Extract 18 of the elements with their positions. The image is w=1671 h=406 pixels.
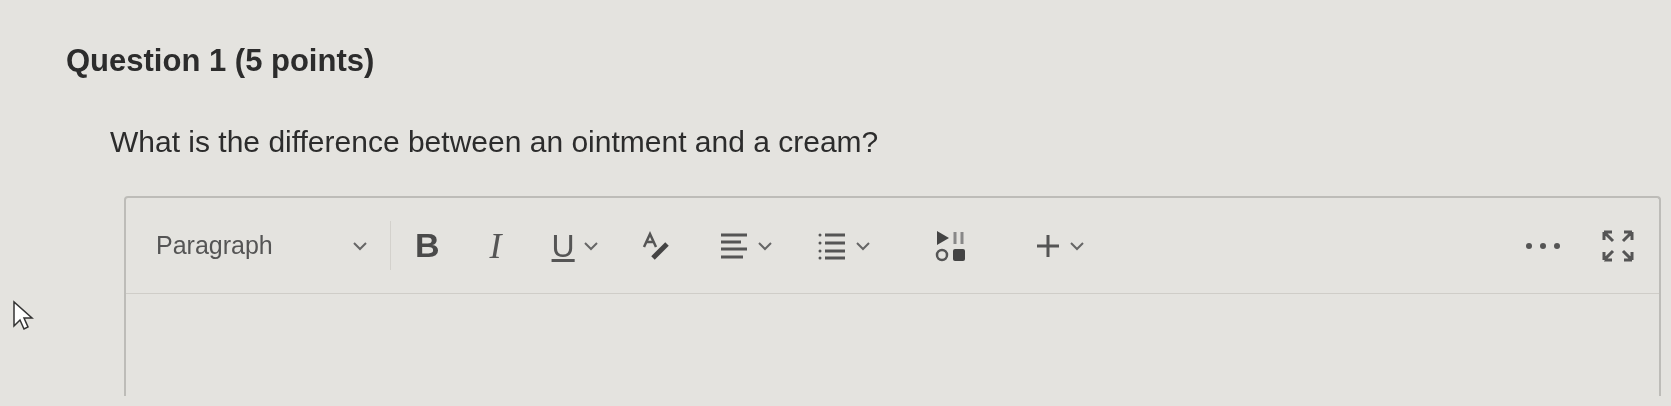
answer-editor[interactable]: Paragraph B I U <box>124 196 1661 397</box>
question-prompt: What is the difference between an ointment and a cream? <box>110 124 880 161</box>
caret-icon <box>756 240 773 251</box>
mouse-pointer-icon <box>12 300 34 332</box>
caret-icon <box>352 240 368 251</box>
media-icon <box>934 228 967 263</box>
paragraph-dropdown[interactable]: Paragraph <box>146 220 391 271</box>
text-format-icon <box>640 230 671 261</box>
caret-icon <box>582 240 599 251</box>
plus-icon <box>1034 232 1061 259</box>
italic-button[interactable]: I <box>479 212 512 279</box>
underline-button[interactable]: U <box>541 215 609 276</box>
caret-icon <box>1068 240 1085 251</box>
question-title: Question 1 (5 points) <box>66 42 376 80</box>
more-icon <box>1525 241 1561 250</box>
fullscreen-icon <box>1601 228 1635 263</box>
bold-button[interactable]: B <box>405 214 450 278</box>
caret-icon <box>854 240 871 251</box>
